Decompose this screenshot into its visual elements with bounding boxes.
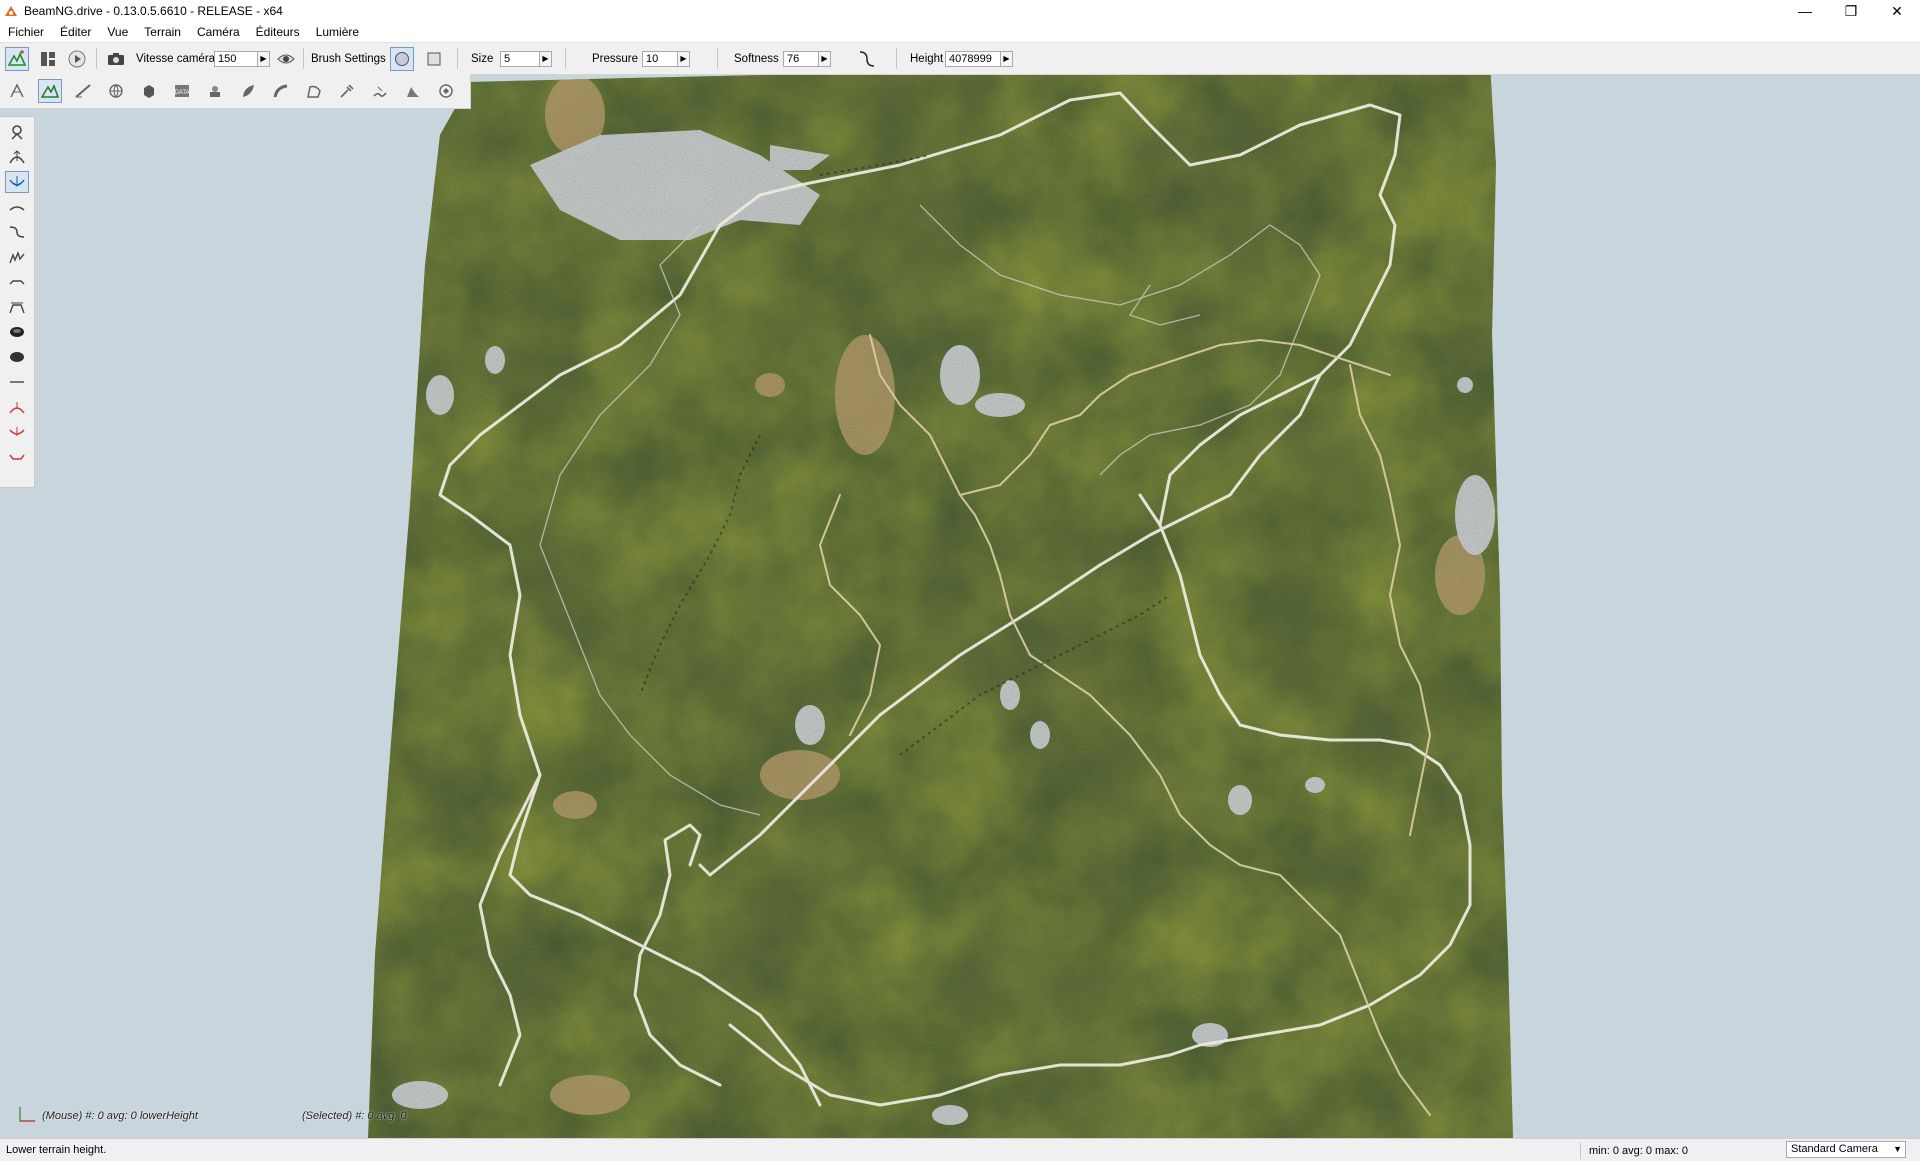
terrain-map[interactable] xyxy=(0,75,1920,1138)
minimize-button[interactable]: — xyxy=(1782,0,1828,22)
decal-editor-icon[interactable] xyxy=(335,79,359,103)
adjust-lower-icon[interactable] xyxy=(5,421,29,443)
terrain-editor-icon[interactable] xyxy=(5,46,29,71)
selected-info-text: (Selected) #: 0 avg: 0 xyxy=(302,1110,407,1122)
forest-editor-icon[interactable] xyxy=(236,79,260,103)
size-label: Size xyxy=(471,52,494,65)
set-height-icon[interactable] xyxy=(5,296,29,318)
axis-gizmo-icon xyxy=(19,1107,35,1122)
svg-text:DATA: DATA xyxy=(174,90,189,96)
play-icon[interactable] xyxy=(65,47,89,71)
smooth-slope-icon[interactable] xyxy=(5,221,29,243)
particle-editor-icon[interactable] xyxy=(203,79,227,103)
select-tool-icon[interactable] xyxy=(5,121,29,143)
camera-mode-select[interactable]: Standard Camera ▼ xyxy=(1786,1141,1906,1158)
menu-bar: Fichier Éditer Vue Terrain Caméra Éditeu… xyxy=(0,22,1920,43)
menu-edit[interactable]: Éditer xyxy=(52,22,99,42)
lower-height-icon[interactable] xyxy=(5,171,29,193)
menu-view[interactable]: Vue xyxy=(99,22,136,42)
terrain-viewport[interactable]: (Mouse) #: 0 avg: 0 lowerHeight (Selecte… xyxy=(0,75,1920,1138)
height-spin-icon[interactable]: ▶ xyxy=(1001,50,1013,67)
menu-light[interactable]: Lumière xyxy=(308,22,367,42)
size-spin-icon[interactable]: ▶ xyxy=(540,50,552,67)
softness-input[interactable]: 76 xyxy=(783,50,819,67)
menu-camera[interactable]: Caméra xyxy=(189,22,248,42)
clear-terrain-icon[interactable] xyxy=(5,321,29,343)
camera-speed-label: Vitesse caméra xyxy=(136,52,216,65)
title-bar: BeamNG.drive - 0.13.0.5.6610 - RELEASE -… xyxy=(0,0,1920,22)
raise-height-icon[interactable] xyxy=(5,146,29,168)
river-editor-icon[interactable] xyxy=(368,79,392,103)
sky-editor-icon[interactable] xyxy=(104,79,128,103)
brush-settings-label: Brush Settings xyxy=(311,52,386,65)
pressure-label: Pressure xyxy=(592,52,639,65)
terrain-painter-icon[interactable] xyxy=(71,79,95,103)
size-input[interactable]: 5 xyxy=(500,50,540,67)
softness-label: Softness xyxy=(734,52,779,65)
height-stats: min: 0 avg: 0 max: 0 xyxy=(1580,1143,1688,1159)
datablock-editor-icon[interactable]: DATA xyxy=(170,79,194,103)
window-layout-icon[interactable] xyxy=(36,47,60,71)
height-label: Height xyxy=(910,52,944,65)
paint-noise-icon[interactable] xyxy=(5,246,29,268)
shape-editor-icon[interactable] xyxy=(137,79,161,103)
adjust-flatten-icon[interactable] xyxy=(5,446,29,468)
road-editor-icon[interactable] xyxy=(269,79,293,103)
flatten-icon[interactable] xyxy=(5,271,29,293)
mouse-info-text: (Mouse) #: 0 avg: 0 lowerHeight xyxy=(42,1110,198,1122)
adjust-height-icon[interactable] xyxy=(5,371,29,393)
camera-icon[interactable] xyxy=(104,47,128,71)
mission-editor-icon[interactable] xyxy=(434,79,458,103)
status-bar: Lower terrain height. min: 0 avg: 0 max:… xyxy=(0,1138,1920,1161)
camera-mode-value: Standard Camera xyxy=(1791,1143,1878,1155)
pressure-spin-icon[interactable]: ▶ xyxy=(678,50,690,67)
camera-speed-input[interactable]: 150 xyxy=(214,50,258,67)
dropdown-arrow-icon: ▼ xyxy=(1893,1144,1902,1154)
menu-terrain[interactable]: Terrain xyxy=(136,22,189,42)
editor-tool-bar: DATA xyxy=(0,74,471,109)
square-brush-icon[interactable] xyxy=(422,47,446,71)
mesh-road-editor-icon[interactable] xyxy=(302,79,326,103)
menu-editors[interactable]: Éditeurs xyxy=(248,22,308,42)
terrain-tools-panel xyxy=(0,116,35,488)
maximize-button[interactable]: ❐ xyxy=(1828,0,1874,22)
visibility-eye-icon[interactable] xyxy=(274,47,298,71)
status-message: Lower terrain height. xyxy=(6,1144,107,1156)
sound-editor-icon[interactable] xyxy=(401,79,425,103)
adjust-raise-icon[interactable] xyxy=(5,396,29,418)
softness-spin-icon[interactable]: ▶ xyxy=(819,50,831,67)
height-input[interactable]: 4078999 xyxy=(945,50,1001,67)
terrain-editor-tool-icon[interactable] xyxy=(38,79,62,103)
softness-curve-icon[interactable] xyxy=(855,47,879,71)
window-title: BeamNG.drive - 0.13.0.5.6610 - RELEASE -… xyxy=(24,4,283,18)
camera-speed-spin-icon[interactable]: ▶ xyxy=(258,50,270,67)
menu-file[interactable]: Fichier xyxy=(0,22,52,42)
smooth-height-icon[interactable] xyxy=(5,196,29,218)
main-toolbar: Vitesse caméra 150 ▶ Brush Settings Size… xyxy=(0,43,1920,75)
close-button[interactable]: ✕ xyxy=(1874,0,1920,22)
pressure-input[interactable]: 10 xyxy=(642,50,678,67)
restore-terrain-icon[interactable] xyxy=(5,346,29,368)
object-editor-icon[interactable] xyxy=(5,79,29,103)
circle-brush-icon[interactable] xyxy=(390,46,414,71)
beamng-logo-icon xyxy=(5,6,17,16)
